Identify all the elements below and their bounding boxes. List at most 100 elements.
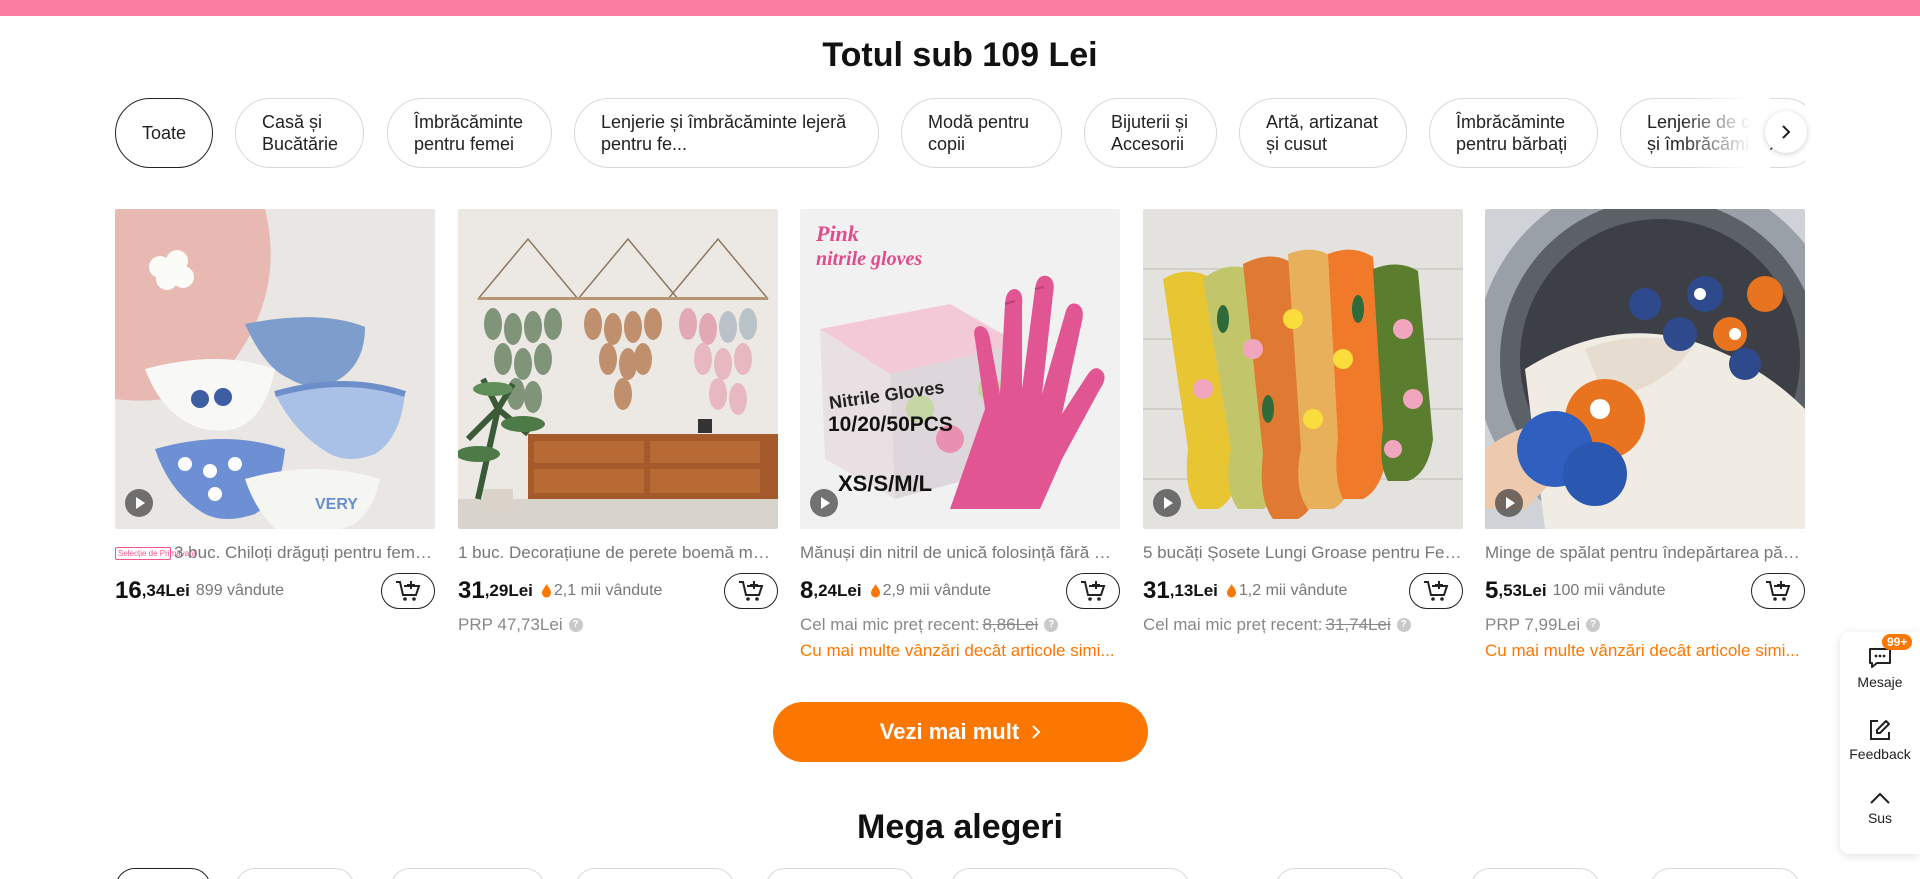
category-fade	[1680, 98, 1770, 168]
price-integer: 31	[1143, 577, 1170, 604]
sold-count: 2,9 mii vândute	[882, 582, 992, 599]
add-to-cart-button[interactable]	[1751, 573, 1805, 609]
recent-lowest-price-value: 8,86Lei	[982, 615, 1039, 634]
edit-icon	[1870, 720, 1890, 740]
section-title: Mega alegeri	[857, 808, 1063, 846]
messages-label: Mesaje	[1857, 674, 1903, 690]
reference-price: PRP 7,99Lei ?	[1485, 615, 1805, 635]
sold-count: 2,1 mii vândute	[553, 582, 663, 599]
category-tab[interactable]	[575, 868, 735, 879]
messages-button[interactable]: 99+ Mesaje	[1840, 634, 1920, 690]
add-to-cart-button[interactable]	[1066, 573, 1120, 609]
best-seller-note: Cu mai multe vânzări decât articole simi…	[800, 641, 1115, 660]
category-tab[interactable]	[765, 868, 915, 879]
category-tab[interactable]	[235, 868, 355, 879]
price-decimal: ,29Lei	[484, 581, 533, 600]
see-more-label: Vezi mai mult	[879, 719, 1020, 744]
category-tabs-partial	[115, 868, 1805, 879]
add-to-cart-button[interactable]	[381, 573, 435, 609]
top-label: Sus	[1867, 810, 1893, 826]
play-icon[interactable]	[810, 489, 838, 517]
flame-icon	[541, 584, 551, 598]
category-label: Îmbrăcăminte pentru femei	[414, 112, 524, 154]
category-tab[interactable]	[1470, 868, 1600, 879]
product-image[interactable]	[1143, 209, 1463, 529]
product-card[interactable]: Pink nitrile gloves Nitrile Gloves 10/20…	[800, 209, 1120, 661]
product-name[interactable]: Minge de spălat pentru îndepărtarea păru…	[1485, 543, 1805, 563]
play-icon[interactable]	[1495, 489, 1523, 517]
section-title: Totul sub 109 Lei	[822, 36, 1098, 74]
category-tab[interactable]	[1650, 868, 1800, 879]
product-name[interactable]: Mănuși din nitril de unică folosință făr…	[800, 543, 1120, 563]
category-tab-mens-clothing[interactable]: Îmbrăcăminte pentru bărbați	[1429, 98, 1598, 168]
feedback-button[interactable]: Feedback	[1840, 718, 1920, 762]
product-card[interactable]: 5 bucăți Șosete Lungi Groase pentru Feme…	[1143, 209, 1463, 635]
reference-price-value: 47,73Lei	[497, 615, 563, 634]
cart-icon	[1766, 581, 1791, 601]
play-icon[interactable]	[125, 489, 153, 517]
product-image[interactable]	[458, 209, 778, 529]
question-icon[interactable]: ?	[1396, 618, 1411, 632]
price-integer: 8	[800, 577, 814, 604]
price-integer: 31	[458, 577, 485, 604]
chevron-right-icon	[1782, 125, 1791, 139]
recent-lowest-price: Cel mai mic preț recent: 31,74Lei ?	[1143, 615, 1463, 635]
question-icon[interactable]: ?	[1586, 618, 1601, 632]
price-integer: 16	[115, 577, 142, 604]
category-tab-kids-fashion[interactable]: Modă pentru copii	[901, 98, 1062, 168]
category-tab-lingerie[interactable]: Lenjerie și îmbrăcăminte lejeră pentru f…	[574, 98, 879, 168]
add-to-cart-button[interactable]	[724, 573, 778, 609]
message-count-badge: 99+	[1882, 634, 1913, 650]
product-image[interactable]: VERY	[115, 209, 435, 529]
category-label: Îmbrăcăminte pentru bărbați	[1456, 112, 1568, 154]
product-name[interactable]: 3 buc. Chiloți drăguți pentru femei...	[174, 543, 435, 563]
floating-side-panel: 99+ Mesaje Feedback Sus	[1840, 632, 1920, 854]
flame-icon	[870, 584, 880, 598]
back-to-top-button[interactable]: Sus	[1840, 790, 1920, 826]
price-decimal: ,53Lei	[1498, 581, 1547, 600]
price-decimal: ,34Lei	[141, 581, 190, 600]
product-image[interactable]	[1485, 209, 1805, 529]
category-tab-womens-clothing[interactable]: Îmbrăcăminte pentru femei	[387, 98, 552, 168]
image-label: 10/20/50PCS	[828, 413, 953, 436]
recent-lowest-price-value: 31,74Lei	[1325, 615, 1391, 634]
product-card[interactable]: Minge de spălat pentru îndepărtarea păru…	[1485, 209, 1805, 661]
sold-count: 1,2 mii vândute	[1238, 582, 1348, 599]
category-label: Casă și Bucătărie	[262, 112, 337, 154]
cart-icon	[396, 581, 421, 601]
category-label: Artă, artizanat și cusut	[1266, 112, 1379, 154]
category-tab[interactable]	[1275, 868, 1405, 879]
category-tab-all[interactable]: Toate	[115, 98, 213, 168]
reference-price: PRP 47,73Lei ?	[458, 615, 778, 635]
feedback-label: Feedback	[1849, 746, 1911, 762]
recent-lowest-price-label: Cel mai mic preț recent:	[1143, 615, 1323, 634]
category-tab[interactable]	[390, 868, 545, 879]
question-icon[interactable]: ?	[1044, 618, 1059, 632]
product-card[interactable]: VERY Selecție de Primăvară 3 buc. Chiloț…	[115, 209, 435, 609]
category-tab-arts-crafts[interactable]: Artă, artizanat și cusut	[1239, 98, 1407, 168]
category-tab-home-kitchen[interactable]: Casă și Bucătărie	[235, 98, 364, 168]
category-tabs: Toate Casă și Bucătărie Îmbrăcăminte pen…	[115, 98, 1805, 168]
product-name[interactable]: 5 bucăți Șosete Lungi Groase pentru Feme…	[1143, 543, 1463, 563]
reference-price-label: PRP	[458, 615, 498, 634]
category-label: Toate	[141, 123, 187, 143]
play-icon[interactable]	[1153, 489, 1181, 517]
category-next-button[interactable]	[1765, 111, 1807, 153]
reference-price-value: 7,99Lei	[1524, 615, 1581, 634]
category-tab[interactable]	[115, 868, 211, 879]
category-tab-jewelry[interactable]: Bijuterii și Accesorii	[1084, 98, 1217, 168]
recent-lowest-price-label: Cel mai mic preț recent:	[800, 615, 980, 634]
category-label: Lenjerie și îmbrăcăminte lejeră pentru f…	[601, 112, 847, 154]
category-tab[interactable]	[950, 868, 1190, 879]
spring-selection-badge: Selecție de Primăvară	[115, 546, 196, 560]
add-to-cart-button[interactable]	[1409, 573, 1463, 609]
product-image[interactable]: Pink nitrile gloves Nitrile Gloves 10/20…	[800, 209, 1120, 529]
cart-icon	[1081, 581, 1106, 601]
sold-count: 100 mii vândute	[1552, 582, 1666, 599]
product-card[interactable]: 1 buc. Decorațiune de perete boemă manu.…	[458, 209, 778, 635]
question-icon[interactable]: ?	[568, 618, 583, 632]
price-decimal: ,24Lei	[813, 581, 862, 600]
see-more-button[interactable]: Vezi mai mult	[773, 702, 1148, 762]
product-name[interactable]: 1 buc. Decorațiune de perete boemă manu.…	[458, 543, 778, 563]
image-label: XS/S/M/L	[838, 471, 932, 496]
